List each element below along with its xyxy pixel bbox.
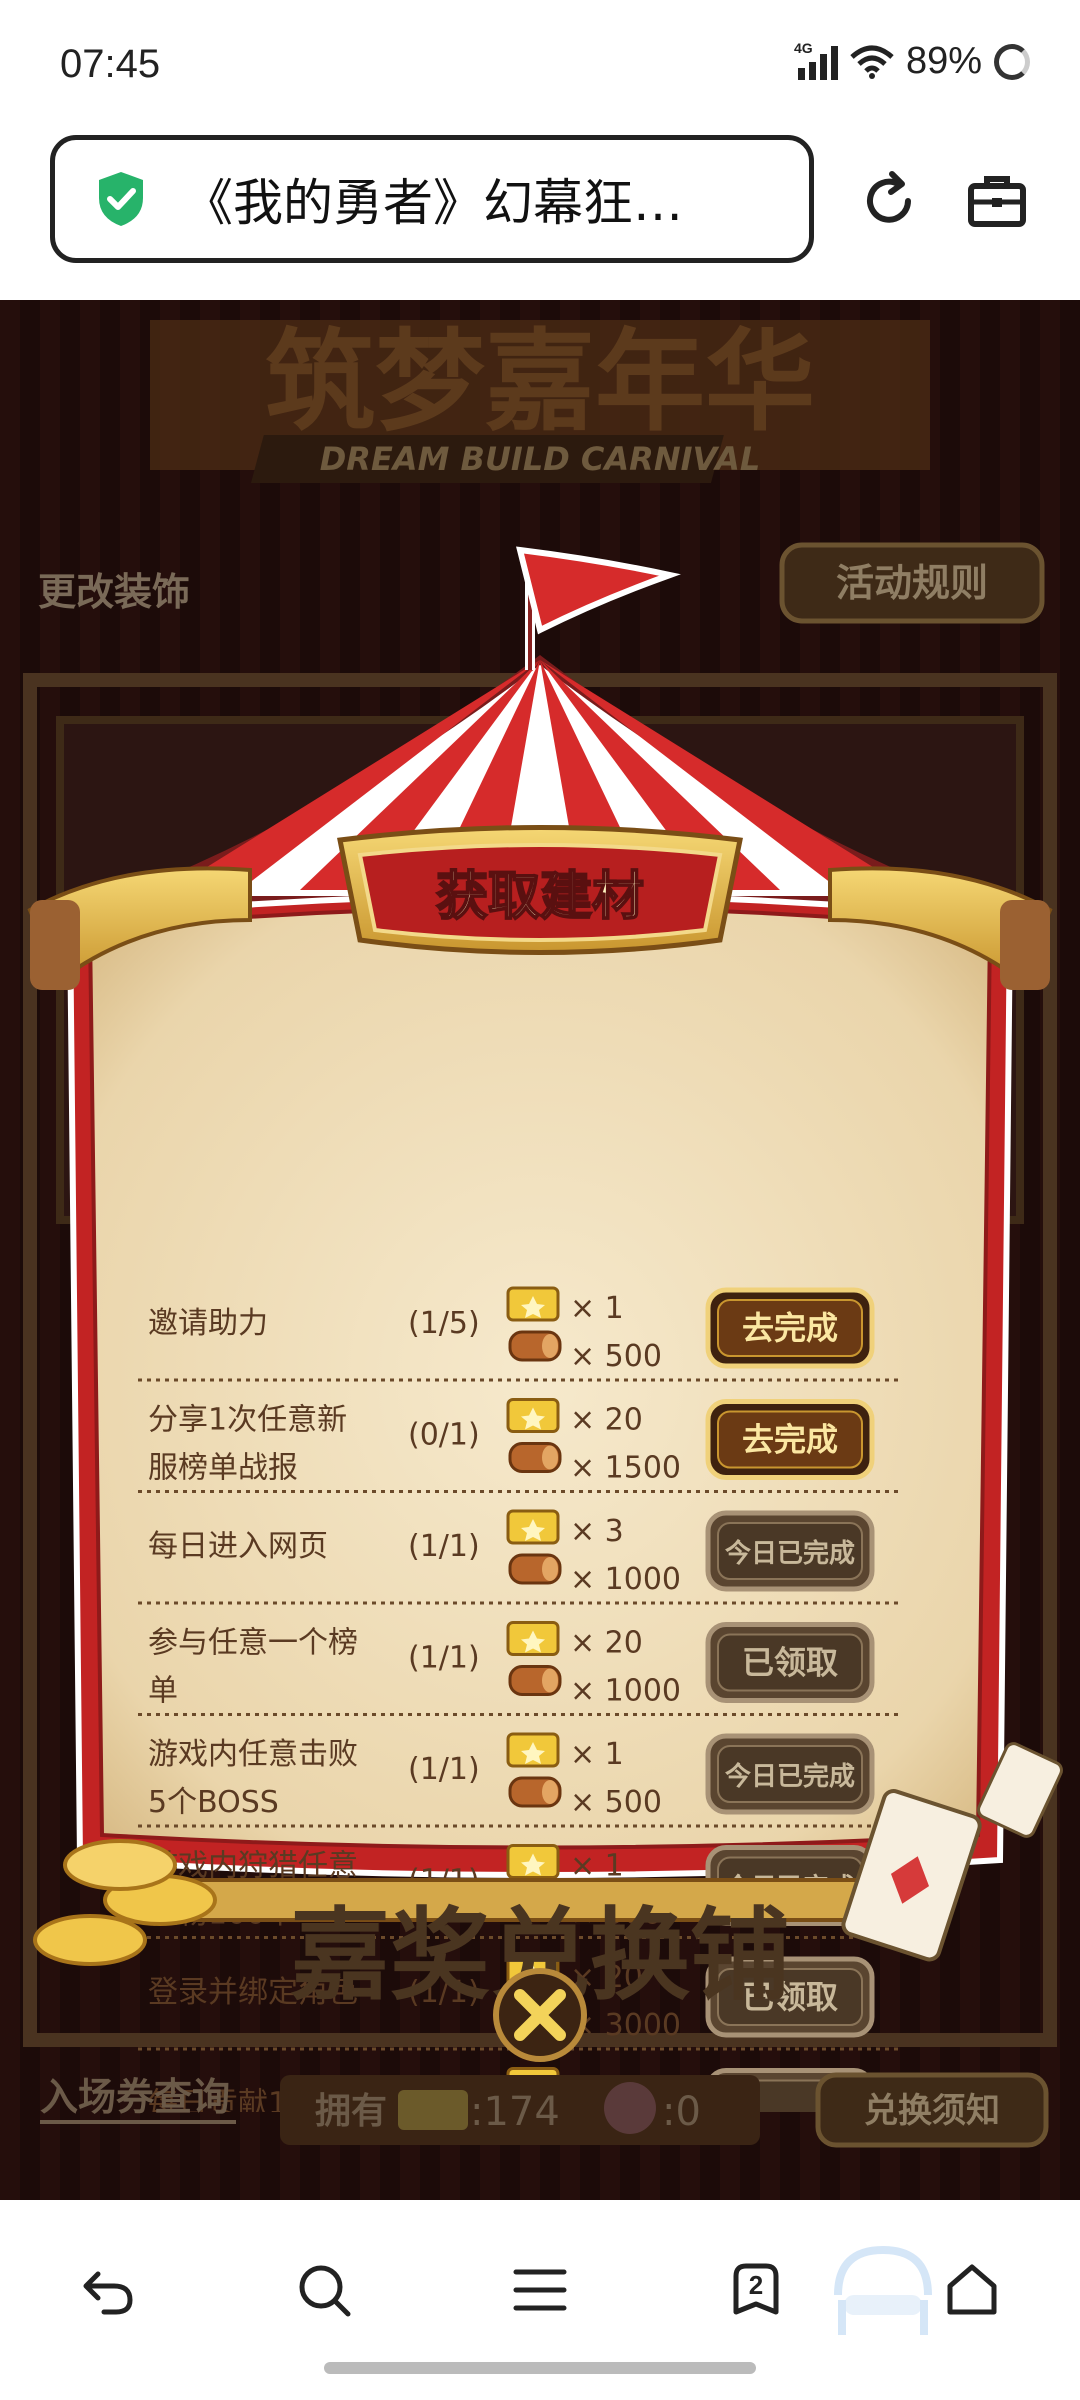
task-name-line: 单: [148, 1674, 178, 1709]
wood-amount: × 1500: [570, 1451, 681, 1486]
modal-title-plaque: 获取建材: [337, 825, 743, 955]
home-icon[interactable]: [942, 2260, 1002, 2320]
battery-icon: [994, 43, 1030, 80]
exchange-notice-button[interactable]: 兑换须知: [815, 2072, 1049, 2148]
banner-subtitle: DREAM BUILD CARNIVAL: [320, 440, 761, 478]
activity-rules-label: 活动规则: [836, 561, 988, 605]
battery-percent: 89%: [905, 40, 982, 82]
refresh-icon[interactable]: [858, 170, 920, 232]
task-name-line: 每日进入网页: [148, 1529, 328, 1564]
log-end: [542, 1780, 558, 1804]
wifi-icon: [850, 45, 894, 79]
wood-amount: × 500: [570, 1785, 662, 1820]
task-action-button[interactable]: 今日已完成: [705, 1733, 875, 1815]
cell-signal-icon: 4G: [794, 40, 838, 80]
task-name-line: 分享1次任意新: [148, 1403, 347, 1438]
game-scene: 筑梦嘉年华 DREAM BUILD CARNIVAL 更改装饰 活动规则 获取建…: [0, 300, 1080, 2200]
toolbox-icon[interactable]: [966, 170, 1028, 232]
task-action-button[interactable]: 去完成: [705, 1287, 875, 1369]
task-name-line: 5个BOSS: [148, 1785, 279, 1820]
page-title: 《我的勇者》幻幕狂…: [183, 174, 683, 232]
network-type-label: 4G: [793, 39, 813, 56]
tab-count: 2: [748, 2270, 764, 2300]
ticket-amount: × 20: [570, 1403, 643, 1438]
activity-rules-button[interactable]: 活动规则: [779, 542, 1045, 624]
back-icon[interactable]: [78, 2260, 138, 2320]
task-name: 邀请助力: [148, 1306, 268, 1341]
own-label: 拥有: [315, 2091, 387, 2132]
task-action-label: 已领取: [742, 1644, 838, 1682]
address-bar[interactable]: 《我的勇者》幻幕狂…: [50, 135, 814, 263]
task-progress: (1/1): [408, 1752, 480, 1787]
gesture-home-bar: [324, 2362, 756, 2374]
ticket-query-link[interactable]: 入场券查询: [40, 2075, 230, 2119]
task-name-line: 参与任意一个榜: [148, 1626, 358, 1661]
task-action-label: 今日已完成: [725, 1761, 855, 1792]
wood-amount: × 500: [570, 1339, 662, 1374]
task-action-button[interactable]: 今日已完成: [705, 1510, 875, 1592]
task-name-line: 游戏内任意击败: [148, 1737, 358, 1772]
status-time: 07:45: [60, 42, 161, 86]
close-button[interactable]: [493, 1968, 587, 2062]
status-right: 4G 89%: [794, 40, 1030, 83]
profile-mascot-icon[interactable]: [828, 2240, 938, 2350]
browser-toolbar: 《我的勇者》幻幕狂…: [0, 130, 1080, 300]
task-action-button[interactable]: 去完成: [705, 1399, 875, 1480]
modal-title: 获取建材: [436, 867, 644, 927]
status-bar: 07:45 4G 89%: [0, 0, 1080, 130]
coin-count: :0: [662, 2089, 701, 2135]
task-progress: (1/5): [408, 1306, 480, 1341]
game-view: 筑梦嘉年华 DREAM BUILD CARNIVAL 更改装饰 活动规则 获取建…: [0, 300, 1080, 2200]
log-end: [542, 1334, 558, 1358]
task-action-label: 去完成: [742, 1421, 838, 1459]
task-name: 每日进入网页: [148, 1529, 328, 1564]
menu-icon[interactable]: [510, 2260, 570, 2320]
tabs-button[interactable]: 2: [726, 2260, 786, 2320]
task-action-label: 今日已完成: [725, 1538, 855, 1569]
task-action-label: 去完成: [742, 1309, 838, 1347]
secure-shield-icon: [99, 172, 143, 226]
task-action-button[interactable]: 已领取: [705, 1622, 875, 1703]
ticket-icon: [398, 2090, 468, 2130]
ticket-amount: × 1: [570, 1291, 624, 1326]
banner-title: 筑梦嘉年华: [265, 318, 815, 446]
ticket-count: :174: [470, 2089, 560, 2135]
exchange-notice-label: 兑换须知: [864, 2091, 1000, 2131]
task-progress: (1/1): [408, 1529, 480, 1564]
change-decoration-button[interactable]: 更改装饰: [38, 570, 190, 614]
task-name-line: 服榜单战报: [148, 1451, 298, 1486]
wood-amount: × 1000: [570, 1562, 681, 1597]
log-end: [542, 1445, 558, 1470]
task-progress: (1/1): [408, 1641, 480, 1676]
task-progress: (0/1): [408, 1418, 480, 1453]
log-end: [542, 1557, 558, 1581]
search-icon[interactable]: [294, 2260, 354, 2320]
wood-amount: × 1000: [570, 1674, 681, 1709]
ticket-amount: × 3: [570, 1514, 624, 1549]
log-end: [542, 1668, 558, 1693]
task-name-line: 邀请助力: [148, 1306, 268, 1341]
banner-logo: 筑梦嘉年华 DREAM BUILD CARNIVAL: [150, 318, 930, 483]
ticket-amount: × 1: [570, 1737, 624, 1772]
mask-token-icon: [604, 2082, 656, 2134]
ticket-amount: × 20: [570, 1626, 643, 1661]
